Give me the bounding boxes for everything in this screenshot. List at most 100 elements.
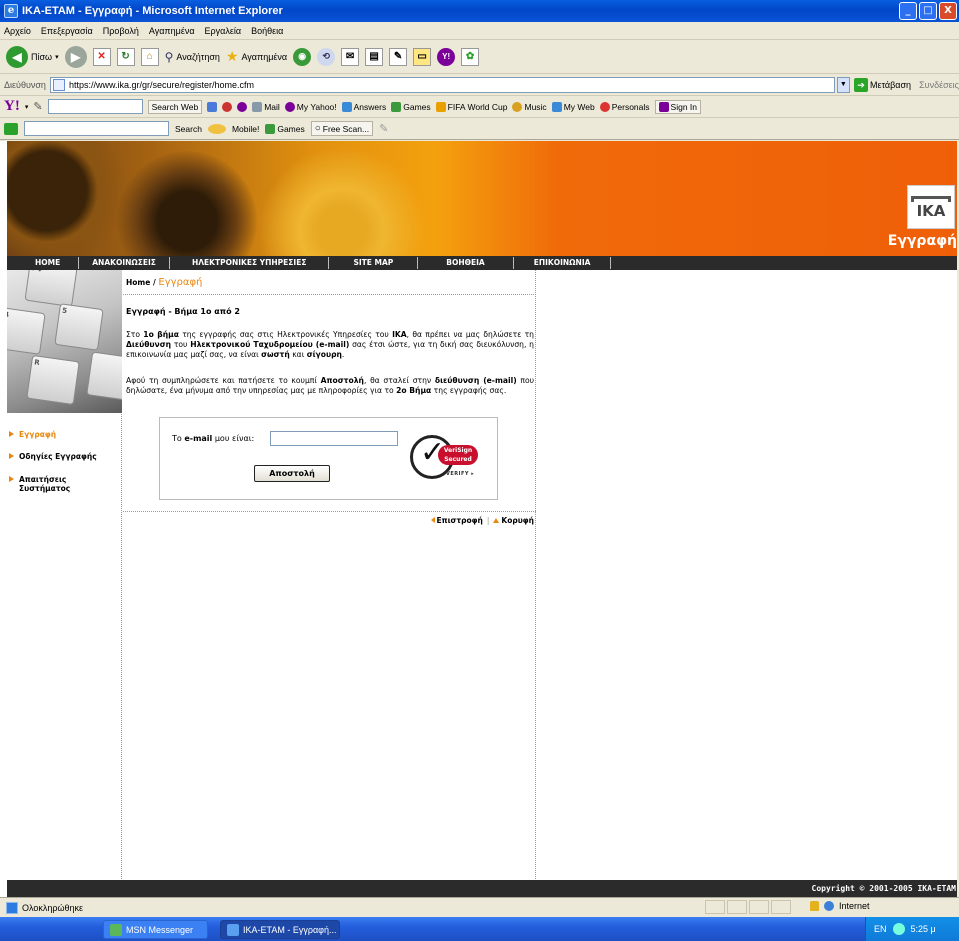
back-link[interactable]: Επιστροφή [437,516,483,525]
menu-help[interactable]: Βοήθεια [251,26,283,36]
text: , θα σταλεί στην [363,376,435,385]
back-button[interactable]: ◀ Πίσω ▾ [6,45,59,68]
ika-logo-roof [911,195,951,202]
sidebar-item-requirements[interactable]: Απαιτήσεις Συστήματος [7,475,79,493]
menu-bar: Αρχείο Επεξεργασία Προβολή Αγαπημένα Εργ… [0,22,959,40]
submit-button[interactable]: Αποστολή [254,465,330,482]
menu-tools[interactable]: Εργαλεία [205,26,242,36]
menu-view[interactable]: Προβολή [103,26,139,36]
text: μου είναι: [212,434,255,443]
edit-button[interactable]: ✎ [389,47,408,66]
nav-site-map[interactable]: SITE MAP [329,257,419,269]
breadcrumb-home[interactable]: Home [126,278,150,287]
back-dropdown-icon[interactable]: ▾ [55,53,59,61]
sidebar-item-register[interactable]: Εγγραφή [7,430,117,439]
pencil-icon[interactable]: ✎ [33,100,42,113]
refresh-button[interactable]: ↻ [116,47,135,66]
maximize-button[interactable]: □ [919,2,937,20]
email-field[interactable] [270,431,398,446]
go-button[interactable]: ➔ Μετάβαση [853,77,911,92]
nav-e-services[interactable]: ΗΛΕΚΤΡΟΝΙΚΕΣ ΥΠΗΡΕΣΙΕΣ [170,257,330,269]
security-zone[interactable]: Internet [810,901,870,911]
mail-button[interactable]: ✉ [341,47,360,66]
personals-link[interactable]: Personals [599,101,650,112]
media-button[interactable]: ◉ [293,47,312,66]
site-banner: IKA Εγγραφή [7,141,959,256]
sidebar-item-label: Απαιτήσεις Συστήματος [19,475,71,493]
ika-logo-text: IKA [916,201,946,220]
mobile-button[interactable]: Mobile! [232,124,259,134]
menu-file[interactable]: Αρχείο [4,26,31,36]
verisign-verify: VERIFY ▸ [446,471,475,477]
antispy-icon[interactable] [222,101,233,112]
msn-search-input[interactable] [24,121,169,136]
address-label: Διεύθυνση [4,79,46,90]
minimize-button[interactable]: _ [899,2,917,20]
nav-help[interactable]: ΒΟΗΘΕΙΑ [418,257,514,269]
my-web-label: My Web [563,101,595,112]
highlighter-icon[interactable]: ✎ [379,122,388,135]
yahoo-mail-link[interactable]: Mail [252,101,280,112]
my-web-link[interactable]: My Web [551,101,595,112]
search-web-button[interactable]: Search Web [147,99,203,114]
nav-contact[interactable]: ΕΠΙΚΟΙΝΩΝΙΑ [514,257,612,269]
status-pane [771,900,791,914]
msn-search-label: Search [175,123,202,134]
my-yahoo-link[interactable]: My Yahoo! [284,101,337,112]
mobile-label: Mobile! [231,123,260,134]
ika-logo[interactable]: IKA [907,185,955,229]
answers-link[interactable]: Answers [341,101,386,112]
page-icon [52,78,65,91]
menu-edit[interactable]: Επεξεργασία [41,26,93,36]
network-icon[interactable] [892,923,905,935]
home-button[interactable]: ⌂ [140,47,159,66]
standard-toolbar: ◀ Πίσω ▾ ▶ ✕ ↻ ⌂ ⚲ Αναζήτηση ★ Αγαπημένα… [0,40,959,74]
msn-games-button[interactable]: Games [265,123,305,134]
up-arrow-icon [493,518,500,523]
ie-icon: e [4,4,18,18]
sidebar-item-instructions[interactable]: Οδηγίες Εγγραφής [7,452,117,461]
msn-messenger-icon[interactable] [207,123,226,134]
yahoo-menu-dropdown-icon[interactable]: ▾ [25,103,29,111]
favorites-button[interactable]: ★ Αγαπημένα [226,48,287,65]
sign-in-button[interactable]: Sign In [654,99,701,114]
close-button[interactable]: X [939,2,957,20]
address-field[interactable]: https://www.ika.gr/gr/secure/register/ho… [49,76,835,93]
discuss-button[interactable]: ▭ [413,47,432,66]
fifa-link[interactable]: FIFA World Cup [435,101,507,112]
yahoo-messenger-button[interactable]: Y! [437,47,456,66]
nav-home[interactable]: HOME [7,257,80,269]
address-dropdown-button[interactable]: ▼ [836,76,850,93]
links-button[interactable]: Συνδέσεις [919,80,959,90]
print-button[interactable]: ▤ [365,47,384,66]
yahoo-360-icon[interactable] [237,101,248,112]
language-indicator[interactable]: EN [874,924,887,934]
taskbar-ie-window[interactable]: IKA-ETAM - Εγγραφή... [220,920,340,939]
msn-button[interactable]: ✿ [461,47,480,66]
msn-butterfly-icon[interactable] [4,122,18,135]
clock[interactable]: 5:25 μ [911,924,936,934]
highlight-icon[interactable] [207,101,218,112]
text: Το [172,434,185,443]
msn-search-button[interactable]: Search [175,124,202,134]
left-sidebar: F4 4 5 R Εγγραφή Οδηγίες Εγγραφής Απαιτή… [7,270,122,897]
status-panes [705,900,791,914]
forward-button[interactable]: ▶ [64,45,87,68]
menu-favorites[interactable]: Αγαπημένα [149,26,195,36]
keyboard-key-5: 5 [54,303,104,351]
top-link[interactable]: Κορυφή [501,516,534,525]
history-button[interactable]: ⟲ [317,47,336,66]
back-arrow-icon: ◀ [6,45,28,68]
window-title: IKA-ETAM - Εγγραφή - Microsoft Internet … [22,5,283,17]
taskbar-msn-messenger[interactable]: MSN Messenger [103,920,208,939]
free-scan-button[interactable]: ○ Free Scan... [310,121,374,136]
yahoo-search-input[interactable] [47,99,143,114]
yahoo-logo-icon[interactable]: Y! [4,98,20,115]
music-link[interactable]: Music [512,101,547,112]
verisign-seal[interactable]: ✓ VeriSign Secured VERIFY ▸ [410,435,482,481]
search-button[interactable]: ⚲ Αναζήτηση [165,50,220,64]
games-link[interactable]: Games [391,101,431,112]
nav-announcements[interactable]: ΑΝΑΚΟΙΝΩΣΕΙΣ [79,257,170,269]
status-pane [749,900,769,914]
stop-button[interactable]: ✕ [92,47,111,66]
